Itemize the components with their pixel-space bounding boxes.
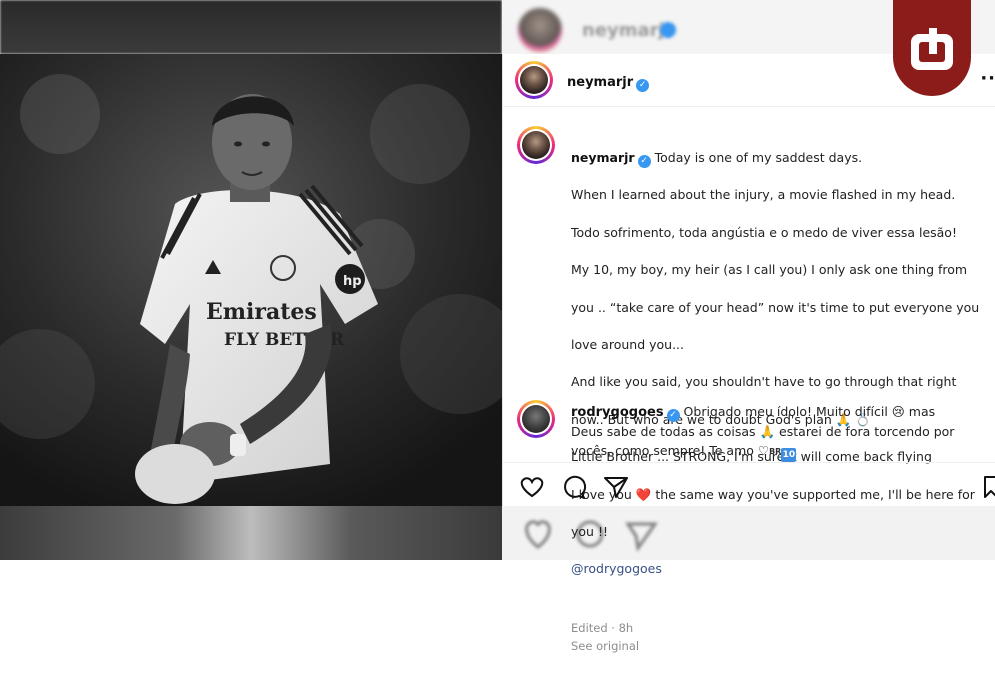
heart-icon[interactable] [519,475,545,503]
more-options-icon[interactable]: ·· [980,68,995,89]
comment-text: rodrygogoes ✓ Obrigado meu ídolo! Muito d… [571,402,991,462]
caption-line-4: you .. “take care of your head” now it's… [571,299,980,315]
post-photo[interactable]: hp Emirates FLY BETTER [0,54,502,506]
number-badge: 10 [781,448,797,462]
bookmark-icon[interactable] [983,475,995,503]
caption-line-10: you !! [571,524,608,540]
svg-text:Emirates: Emirates [206,299,317,325]
flag-label: BR [769,447,782,456]
comment-line-3: vocês, como sempre! Te amo ♡ [571,443,770,458]
caption-meta: Edited · 8h See original [571,600,995,656]
caption-verified-icon: ✓ [637,154,651,168]
blurred-background-top-left [0,0,502,54]
caption-line-3: My 10, my boy, my heir (as I call you) I… [571,262,968,278]
caption-username[interactable]: neymarjr [571,150,635,165]
caption-line-5: love around you... [571,337,684,353]
comment-line-2: Deus sabe de todas as coisas 🙏 estarei d… [571,424,955,439]
brand-logo [893,0,971,96]
blurred-verified-icon [660,22,676,38]
caption-line-1: When I learned about the injury, a movie… [571,187,956,203]
commenter-verified-icon: ✓ [666,409,680,422]
caption-avatar[interactable] [517,126,555,164]
comment-icon[interactable] [561,475,587,503]
post-panel: neymarjr ✓ ·· neymarjr ✓ Today is one of m… [502,54,995,653]
verified-icon: ✓ [636,79,650,92]
caption-first-line: Today is one of my saddest days. [654,149,863,165]
commenter-username[interactable]: rodrygogoes [571,405,664,420]
author-username[interactable]: neymarjr [567,75,633,90]
action-bar [503,462,995,507]
mention-link[interactable]: @rodrygogoes [571,560,995,579]
edited-timestamp: Edited · 8h [571,620,634,635]
blurred-avatar [518,8,562,52]
commenter-avatar[interactable] [517,400,555,438]
see-original-link[interactable]: See original [571,639,639,653]
comment-line-1: Obrigado meu ídolo! Muito difícil 😢 mas [683,404,936,419]
caption-line-6: And like you said, you shouldn't have to… [571,374,957,390]
author-avatar[interactable] [515,61,553,99]
blurred-background-bottom-left [0,506,502,560]
svg-text:hp: hp [343,274,362,289]
share-icon[interactable] [603,475,629,503]
caption-line-2: Todo sofrimento, toda angústia e o medo … [571,224,957,240]
